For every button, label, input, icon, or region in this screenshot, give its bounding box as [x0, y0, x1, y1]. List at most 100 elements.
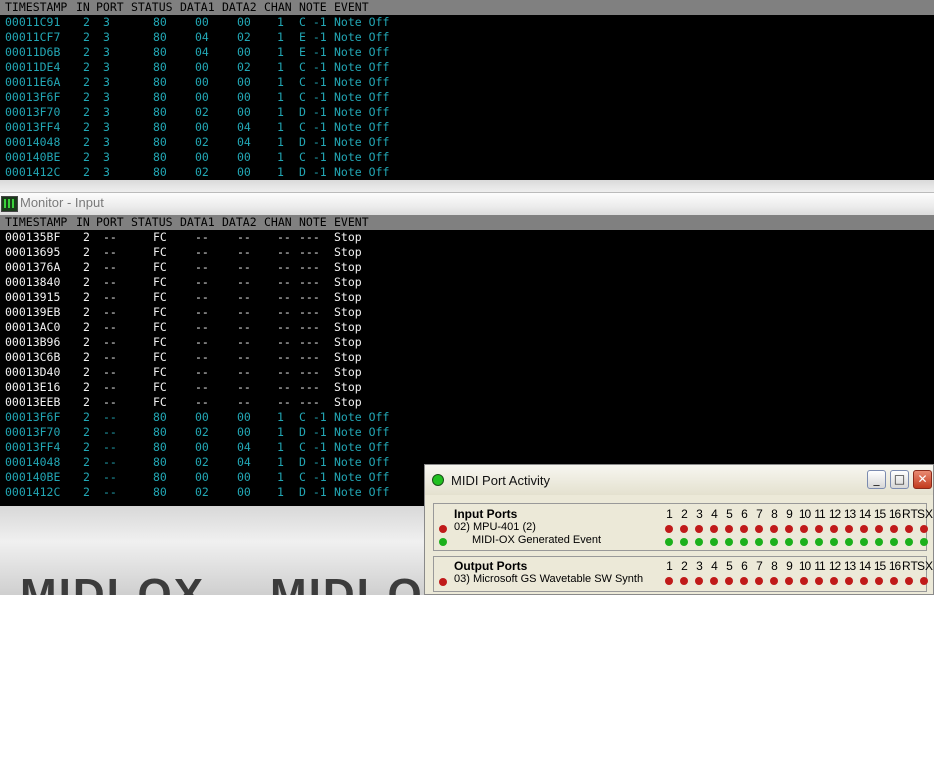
column-header-data1: DATA1 — [180, 215, 215, 229]
cell-chan: -- — [277, 290, 291, 304]
channel-led — [770, 538, 778, 546]
channel-label: 9 — [786, 507, 793, 521]
monitor-input-titlebar[interactable]: Monitor - Input — [0, 192, 934, 215]
cell-data1: 00 — [195, 470, 209, 484]
event-row[interactable]: 000139EB 2 -- FC -- -- -- --- Stop — [0, 305, 934, 320]
maximize-button[interactable]: □ — [890, 470, 909, 489]
cell-data1: 00 — [195, 75, 209, 89]
channel-label: 5 — [726, 559, 733, 573]
minimize-button[interactable]: _ — [867, 470, 886, 489]
cell-event: Note Off — [334, 120, 390, 134]
cell-data2: 02 — [237, 30, 251, 44]
cell-event: Stop — [334, 290, 362, 304]
cell-note: C -1 — [299, 440, 327, 454]
cell-chan: 1 — [277, 30, 284, 44]
event-row[interactable]: 00013D40 2 -- FC -- -- -- --- Stop — [0, 365, 934, 380]
event-row[interactable]: 00013F70 2 -- 80 02 00 1 D -1 Note Off — [0, 425, 934, 440]
event-row[interactable]: 00013840 2 -- FC -- -- -- --- Stop — [0, 275, 934, 290]
channel-led — [665, 538, 673, 546]
cell-status: 80 — [153, 455, 167, 469]
activity-status-icon — [432, 474, 444, 486]
cell-note: --- — [299, 395, 320, 409]
event-row[interactable]: 00014048 2 3 80 02 04 1 D -1 Note Off — [0, 135, 934, 150]
cell-timestamp: 00013F70 — [5, 425, 61, 439]
cell-data1: -- — [195, 245, 209, 259]
channel-led — [920, 525, 928, 533]
channel-label: 13 — [843, 507, 856, 521]
event-row[interactable]: 00013B96 2 -- FC -- -- -- --- Stop — [0, 335, 934, 350]
channel-led — [665, 577, 673, 585]
channel-led — [890, 577, 898, 585]
input-monitor-pane[interactable]: TIMESTAMP IN PORT STATUS DATA1 DATA2 CHAN NOTE E… — [0, 215, 934, 506]
event-row[interactable]: 00013F70 2 3 80 02 00 1 D -1 Note Off — [0, 105, 934, 120]
output-port-name: 03) Microsoft GS Wavetable SW Synth — [454, 573, 644, 585]
event-row[interactable]: 00013F6F 2 3 80 00 00 1 C -1 Note Off — [0, 90, 934, 105]
event-row[interactable]: 0001412C 2 3 80 02 00 1 D -1 Note Off — [0, 165, 934, 180]
event-row[interactable]: 00011C91 2 3 80 00 00 1 C -1 Note Off — [0, 15, 934, 30]
cell-data2: -- — [237, 305, 251, 319]
cell-in: 2 — [83, 275, 90, 289]
event-row[interactable]: 00013AC0 2 -- FC -- -- -- --- Stop — [0, 320, 934, 335]
channel-label: 3 — [696, 507, 703, 521]
column-header-in: IN — [76, 215, 90, 229]
output-monitor-pane[interactable]: TIMESTAMP IN PORT STATUS DATA1 DATA2 CHAN NOTE E… — [0, 0, 934, 180]
event-row[interactable]: 00011E6A 2 3 80 00 00 1 C -1 Note Off — [0, 75, 934, 90]
channel-led — [785, 538, 793, 546]
event-row[interactable]: 00013EEB 2 -- FC -- -- -- --- Stop — [0, 395, 934, 410]
cell-in: 2 — [83, 165, 90, 179]
event-row[interactable]: 0001376A 2 -- FC -- -- -- --- Stop — [0, 260, 934, 275]
event-row[interactable]: 00013FF4 2 3 80 00 04 1 C -1 Note Off — [0, 120, 934, 135]
cell-timestamp: 000139EB — [5, 305, 61, 319]
output-monitor-header: TIMESTAMP IN PORT STATUS DATA1 DATA2 CHAN NOTE E… — [0, 0, 934, 15]
cell-port: -- — [103, 350, 117, 364]
event-row[interactable]: 000135BF 2 -- FC -- -- -- --- Stop — [0, 230, 934, 245]
channel-led — [740, 538, 748, 546]
event-row[interactable]: 00011D6B 2 3 80 04 00 1 E -1 Note Off — [0, 45, 934, 60]
cell-chan: -- — [277, 320, 291, 334]
event-row[interactable]: 00013915 2 -- FC -- -- -- --- Stop — [0, 290, 934, 305]
output-port-led — [439, 578, 447, 586]
cell-timestamp: 000140BE — [5, 150, 61, 164]
cell-port: -- — [103, 260, 117, 274]
cell-chan: -- — [277, 245, 291, 259]
port-activity-titlebar[interactable]: MIDI Port Activity _ □ ✕ — [425, 465, 933, 495]
cell-chan: 1 — [277, 485, 284, 499]
cell-data2: 02 — [237, 60, 251, 74]
cell-port: -- — [103, 230, 117, 244]
event-row[interactable]: 00011DE4 2 3 80 00 02 1 C -1 Note Off — [0, 60, 934, 75]
cell-timestamp: 00013E16 — [5, 380, 61, 394]
cell-data2: -- — [237, 335, 251, 349]
cell-note: --- — [299, 380, 320, 394]
cell-status: FC — [153, 275, 167, 289]
output-monitor-rows: 00011C91 2 3 80 00 00 1 C -1 Note Off 00011CF7 2 3 8… — [0, 15, 934, 180]
midi-port-activity-window[interactable]: MIDI Port Activity _ □ ✕ Input Ports 123… — [424, 464, 934, 595]
cell-note: --- — [299, 230, 320, 244]
event-row[interactable]: 00013C6B 2 -- FC -- -- -- --- Stop — [0, 350, 934, 365]
cell-data1: -- — [195, 230, 209, 244]
event-row[interactable]: 00013FF4 2 -- 80 00 04 1 C -1 Note Off — [0, 440, 934, 455]
cell-in: 2 — [83, 230, 90, 244]
channel-led — [785, 577, 793, 585]
cell-timestamp: 00011DE4 — [5, 60, 61, 74]
input-monitor-header: TIMESTAMP IN PORT STATUS DATA1 DATA2 CHAN NOTE E… — [0, 215, 934, 230]
column-header-data2: DATA2 — [222, 0, 257, 14]
event-row[interactable]: 00013F6F 2 -- 80 00 00 1 C -1 Note Off — [0, 410, 934, 425]
cell-note: --- — [299, 245, 320, 259]
cell-chan: -- — [277, 365, 291, 379]
close-button[interactable]: ✕ — [913, 470, 932, 489]
event-row[interactable]: 00013695 2 -- FC -- -- -- --- Stop — [0, 245, 934, 260]
cell-data1: -- — [195, 350, 209, 364]
cell-event: Stop — [334, 260, 362, 274]
cell-data2: -- — [237, 365, 251, 379]
channel-led — [875, 525, 883, 533]
cell-note: D -1 — [299, 135, 327, 149]
event-row[interactable]: 00011CF7 2 3 80 04 02 1 E -1 Note Off — [0, 30, 934, 45]
event-row[interactable]: 00013E16 2 -- FC -- -- -- --- Stop — [0, 380, 934, 395]
channel-led — [830, 525, 838, 533]
cell-status: 80 — [153, 30, 167, 44]
cell-data2: 00 — [237, 75, 251, 89]
event-row[interactable]: 000140BE 2 3 80 00 00 1 C -1 Note Off — [0, 150, 934, 165]
cell-timestamp: 000140BE — [5, 470, 61, 484]
cell-note: --- — [299, 275, 320, 289]
channel-led — [920, 577, 928, 585]
